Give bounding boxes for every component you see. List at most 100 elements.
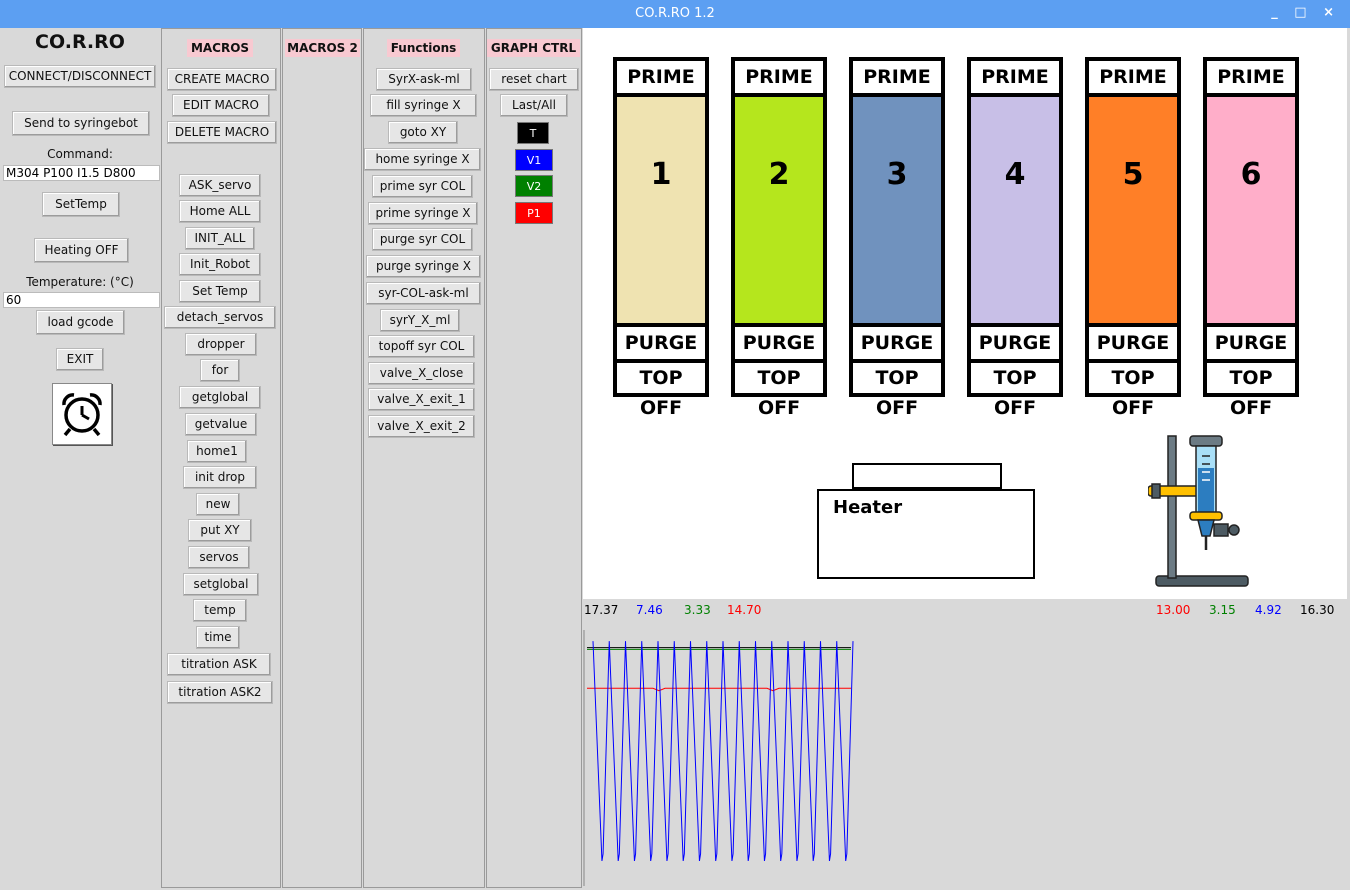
macros2-header: MACROS 2 xyxy=(285,39,360,57)
macro-button[interactable]: temp xyxy=(193,599,247,622)
alarm-clock-icon[interactable] xyxy=(52,383,112,445)
purge-button[interactable]: PURGE xyxy=(731,323,827,363)
macro-button[interactable]: home1 xyxy=(187,440,247,463)
edit-macro-button[interactable]: EDIT MACRO xyxy=(172,94,270,117)
function-button[interactable]: goto XY xyxy=(388,121,458,144)
send-to-syringebot-button[interactable]: Send to syringebot xyxy=(12,111,150,136)
function-button[interactable]: valve_X_exit_1 xyxy=(368,388,475,411)
function-button[interactable]: home syringe X xyxy=(364,148,481,171)
macro-button[interactable]: Home ALL xyxy=(179,200,261,223)
series-toggle-v2[interactable]: V2 xyxy=(515,175,553,197)
topoff-button[interactable]: TOP OFF xyxy=(1203,359,1299,419)
macro-button[interactable]: time xyxy=(196,626,240,649)
macro-button[interactable]: new xyxy=(196,493,240,516)
topoff-button[interactable]: TOP OFF xyxy=(849,359,945,419)
close-button[interactable]: × xyxy=(1323,5,1340,20)
function-button[interactable]: topoff syr COL xyxy=(368,335,475,358)
macro-button[interactable]: Init_Robot xyxy=(179,253,261,276)
series-toggle-t[interactable]: T xyxy=(517,122,549,144)
create-macro-button[interactable]: CREATE MACRO xyxy=(167,68,277,91)
syringe-number: 5 xyxy=(1122,157,1144,192)
purge-button[interactable]: PURGE xyxy=(1085,323,1181,363)
delete-macro-button[interactable]: DELETE MACRO xyxy=(167,121,277,144)
macro-button[interactable]: titration ASK xyxy=(167,653,271,676)
macro-button[interactable]: ASK_servo xyxy=(179,174,261,197)
readout-value: 3.15 xyxy=(1209,603,1236,617)
syringe-body[interactable]: 5 xyxy=(1085,93,1181,327)
command-input[interactable]: M304 P100 I1.5 D800 xyxy=(3,165,160,181)
macro-button[interactable]: for xyxy=(200,359,240,382)
prime-button[interactable]: PRIME xyxy=(967,57,1063,97)
window-titlebar: CO.R.RO 1.2 _ □ × xyxy=(0,0,1350,28)
syringe-body[interactable]: 2 xyxy=(731,93,827,327)
topoff-button[interactable]: TOP OFF xyxy=(731,359,827,419)
macro-button[interactable]: servos xyxy=(188,546,250,569)
signal-chart xyxy=(583,630,854,886)
prime-button[interactable]: PRIME xyxy=(849,57,945,97)
macro-button[interactable]: init drop xyxy=(183,466,257,489)
syringe-number: 3 xyxy=(886,157,908,192)
maximize-button[interactable]: □ xyxy=(1294,5,1312,20)
connect-disconnect-button[interactable]: CONNECT/DISCONNECT xyxy=(4,65,156,88)
prime-button[interactable]: PRIME xyxy=(1085,57,1181,97)
series-toggle-v1[interactable]: V1 xyxy=(515,149,553,171)
function-button[interactable]: purge syr COL xyxy=(372,228,473,251)
function-button[interactable]: SyrX-ask-ml xyxy=(376,68,472,91)
settemp-button[interactable]: SetTemp xyxy=(42,192,120,217)
purge-button[interactable]: PURGE xyxy=(849,323,945,363)
function-button[interactable]: fill syringe X xyxy=(370,94,477,117)
function-button[interactable]: purge syringe X xyxy=(366,255,481,278)
syringe-channel-1: PRIME 1 PURGE TOP OFF xyxy=(613,57,709,419)
macro-button[interactable]: titration ASK2 xyxy=(167,681,273,704)
series-toggle-p1[interactable]: P1 xyxy=(515,202,553,224)
macro-button[interactable]: setglobal xyxy=(183,573,259,596)
syringe-channel-5: PRIME 5 PURGE TOP OFF xyxy=(1085,57,1181,419)
macro-button[interactable]: INIT_ALL xyxy=(185,227,255,250)
macro-button[interactable]: Set Temp xyxy=(179,280,261,303)
function-button[interactable]: prime syringe X xyxy=(368,202,478,225)
macro-button[interactable]: detach_servos xyxy=(164,306,276,329)
window-title: CO.R.RO 1.2 xyxy=(635,6,715,21)
readout-value: 16.30 xyxy=(1300,603,1335,617)
function-button[interactable]: valve_X_close xyxy=(368,362,475,385)
load-gcode-button[interactable]: load gcode xyxy=(36,310,125,335)
prime-button[interactable]: PRIME xyxy=(1203,57,1299,97)
function-button[interactable]: prime syr COL xyxy=(372,175,473,198)
macro-button[interactable]: getglobal xyxy=(179,386,261,409)
readout-value: 7.46 xyxy=(636,603,663,617)
heating-toggle-button[interactable]: Heating OFF xyxy=(34,238,129,263)
minimize-button[interactable]: _ xyxy=(1271,5,1284,20)
function-button[interactable]: syrY_X_ml xyxy=(380,309,460,332)
temperature-input[interactable]: 60 xyxy=(3,292,160,308)
heater-box[interactable]: Heater xyxy=(817,489,1035,579)
window-controls: _ □ × xyxy=(1271,5,1340,20)
prime-button[interactable]: PRIME xyxy=(731,57,827,97)
macro-button[interactable]: dropper xyxy=(185,333,257,356)
topoff-button[interactable]: TOP OFF xyxy=(967,359,1063,419)
purge-button[interactable]: PURGE xyxy=(1203,323,1299,363)
exit-button[interactable]: EXIT xyxy=(56,348,104,371)
prime-button[interactable]: PRIME xyxy=(613,57,709,97)
syringe-body[interactable]: 4 xyxy=(967,93,1063,327)
syringe-body[interactable]: 1 xyxy=(613,93,709,327)
heater-label: Heater xyxy=(833,497,903,518)
syringe-body[interactable]: 3 xyxy=(849,93,945,327)
readout-value: 4.92 xyxy=(1255,603,1282,617)
syringe-channel-6: PRIME 6 PURGE TOP OFF xyxy=(1203,57,1299,419)
syringe-number: 2 xyxy=(768,157,790,192)
purge-button[interactable]: PURGE xyxy=(613,323,709,363)
purge-button[interactable]: PURGE xyxy=(967,323,1063,363)
reset-chart-button[interactable]: reset chart xyxy=(489,68,579,91)
function-button[interactable]: valve_X_exit_2 xyxy=(368,415,475,438)
macros-header: MACROS xyxy=(187,39,253,57)
syringe-body[interactable]: 6 xyxy=(1203,93,1299,327)
topoff-button[interactable]: TOP OFF xyxy=(613,359,709,419)
macro-button[interactable]: getvalue xyxy=(185,413,257,436)
topoff-button[interactable]: TOP OFF xyxy=(1085,359,1181,419)
function-button[interactable]: syr-COL-ask-ml xyxy=(366,282,481,305)
chart-series-line xyxy=(592,641,854,862)
macro-button[interactable]: put XY xyxy=(188,519,252,542)
readout-value: 13.00 xyxy=(1156,603,1191,617)
last-all-button[interactable]: Last/All xyxy=(500,94,568,117)
syringe-channel-4: PRIME 4 PURGE TOP OFF xyxy=(967,57,1063,419)
